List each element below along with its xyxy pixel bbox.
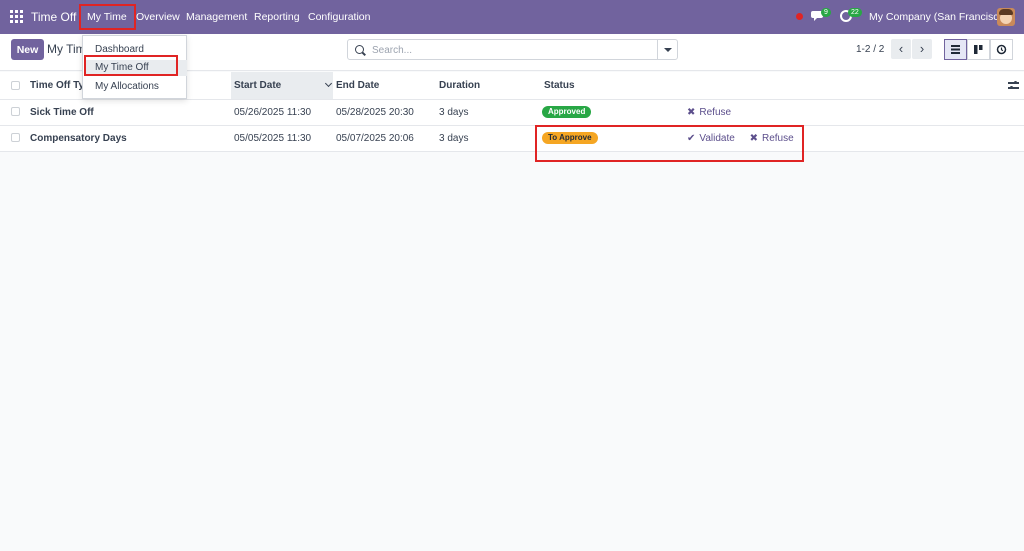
chat-count-badge: 9 — [821, 8, 831, 17]
row-checkbox[interactable] — [11, 107, 20, 116]
menu-reporting[interactable]: Reporting — [254, 11, 300, 23]
row-end-date[interactable]: 05/07/2025 20:06 — [333, 125, 436, 151]
pager-previous-icon[interactable]: ‹ — [891, 39, 911, 59]
dropdown-item-dashboard[interactable]: Dashboard — [95, 44, 144, 55]
pager-value[interactable]: 1-2 / 2 — [856, 44, 884, 55]
col-status[interactable]: Status — [541, 72, 686, 99]
activity-count-badge: 22 — [848, 8, 862, 17]
app-title[interactable]: Time Off — [31, 10, 76, 24]
highlight-my-time — [79, 4, 136, 30]
row-duration[interactable]: 3 days — [436, 99, 541, 125]
new-button[interactable]: New — [11, 39, 44, 60]
select-all-checkbox[interactable] — [11, 81, 20, 90]
refuse-button[interactable]: ✖ Refuse — [687, 107, 731, 118]
list-view-button[interactable] — [944, 39, 967, 60]
col-start-date-label: Start Date — [234, 80, 281, 91]
row-type[interactable]: Sick Time Off — [30, 99, 231, 125]
col-start-date[interactable]: Start Date — [231, 72, 333, 99]
search-input[interactable] — [372, 43, 652, 57]
sort-desc-icon — [325, 80, 332, 87]
search-box — [347, 39, 678, 60]
highlight-row-actions — [535, 125, 804, 162]
row-duration[interactable]: 3 days — [436, 125, 541, 151]
optional-columns-icon[interactable] — [1008, 81, 1019, 90]
menu-configuration[interactable]: Configuration — [308, 11, 370, 23]
dropdown-item-my-allocations[interactable]: My Allocations — [95, 81, 159, 92]
pager-next-icon[interactable]: › — [912, 39, 932, 59]
user-avatar[interactable] — [997, 8, 1015, 26]
row-checkbox[interactable] — [11, 133, 20, 142]
col-end-date[interactable]: End Date — [333, 72, 436, 99]
close-icon: ✖ — [687, 107, 695, 118]
col-actions — [686, 72, 1024, 99]
row-end-date[interactable]: 05/28/2025 20:30 — [333, 99, 436, 125]
select-all-cell[interactable] — [0, 72, 30, 99]
table-row[interactable]: Compensatory Days 05/05/2025 11:30 05/07… — [0, 125, 1024, 151]
activity-view-button[interactable] — [990, 39, 1013, 60]
breadcrumb: My Time Off — [47, 42, 83, 56]
kanban-view-button[interactable] — [967, 39, 990, 60]
top-navbar: Time Off My Time Overview Management Rep… — [0, 0, 1024, 34]
row-start-date[interactable]: 05/26/2025 11:30 — [231, 99, 333, 125]
list-view-icon — [945, 40, 966, 59]
search-icon — [355, 45, 364, 54]
row-start-date[interactable]: 05/05/2025 11:30 — [231, 125, 333, 151]
col-duration[interactable]: Duration — [436, 72, 541, 99]
table-row[interactable]: Sick Time Off 05/26/2025 11:30 05/28/202… — [0, 99, 1024, 125]
refuse-label: Refuse — [699, 107, 731, 118]
kanban-view-icon — [968, 40, 989, 59]
highlight-my-time-off — [84, 55, 178, 76]
menu-management[interactable]: Management — [186, 11, 247, 23]
menu-overview[interactable]: Overview — [136, 11, 180, 23]
search-options-toggle[interactable] — [657, 40, 677, 59]
status-dot-icon[interactable] — [796, 13, 803, 20]
app-grid-icon[interactable] — [10, 10, 23, 23]
activity-view-icon — [991, 40, 1012, 59]
status-badge-approved: Approved — [542, 106, 591, 118]
company-switcher[interactable]: My Company (San Francisco) — [869, 11, 1008, 23]
row-type[interactable]: Compensatory Days — [30, 125, 231, 151]
